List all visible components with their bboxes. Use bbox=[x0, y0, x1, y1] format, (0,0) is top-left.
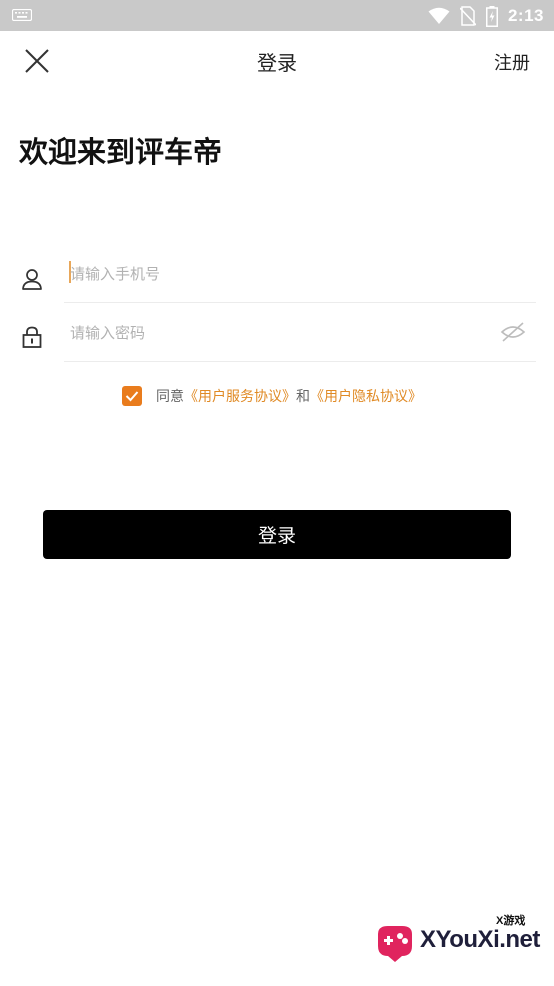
agree-conjunction: 和 bbox=[296, 389, 310, 405]
phone-field bbox=[64, 246, 536, 303]
watermark-brand: XYouXi.net bbox=[420, 926, 540, 953]
gamepad-logo-icon bbox=[378, 926, 412, 962]
close-icon[interactable] bbox=[22, 46, 52, 76]
agreement-row: 同意 《用户服务协议》 和 《用户隐私协议》 bbox=[122, 385, 422, 407]
checkmark-icon bbox=[125, 391, 139, 402]
status-time: 2:13 bbox=[507, 6, 544, 25]
eye-hidden-icon[interactable] bbox=[500, 321, 526, 343]
keyboard-icon bbox=[12, 9, 32, 21]
password-field bbox=[64, 305, 536, 362]
wifi-icon bbox=[428, 7, 450, 24]
lock-icon bbox=[22, 326, 42, 348]
watermark: X游戏 XYouXi.net bbox=[372, 912, 542, 976]
register-button[interactable]: 注册 bbox=[494, 49, 530, 75]
page-title: 登录 bbox=[257, 51, 297, 75]
agree-checkbox[interactable] bbox=[122, 386, 142, 406]
user-icon bbox=[22, 269, 42, 290]
phone-input[interactable] bbox=[70, 258, 490, 290]
terms-link[interactable]: 《用户服务协议》 bbox=[184, 386, 296, 406]
welcome-heading: 欢迎来到评车帝 bbox=[19, 135, 223, 169]
no-sim-icon bbox=[459, 6, 476, 26]
login-button[interactable]: 登录 bbox=[43, 510, 511, 559]
privacy-link[interactable]: 《用户隐私协议》 bbox=[310, 386, 422, 406]
status-bar: 2:13 bbox=[0, 0, 554, 31]
password-input[interactable] bbox=[70, 317, 490, 349]
battery-charging-icon bbox=[485, 5, 498, 27]
agree-prefix: 同意 bbox=[156, 389, 184, 405]
